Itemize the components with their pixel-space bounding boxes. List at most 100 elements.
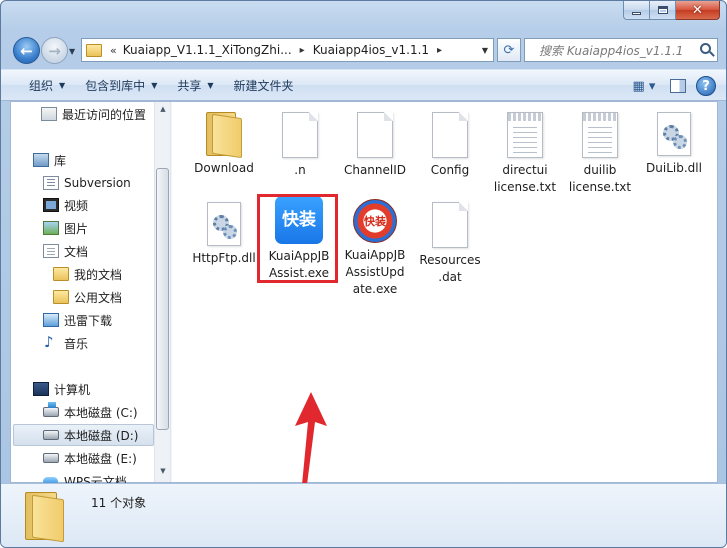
breadcrumb-separator-icon[interactable]: ▸ — [437, 45, 442, 56]
minimize-icon — [632, 11, 641, 15]
navigation-row: ← → ▼ « Kuaiapp_V1.1.1_XiTongZhi... ▸ Ku… — [1, 31, 726, 67]
folder-icon — [23, 492, 67, 543]
pane-splitter[interactable] — [170, 102, 172, 482]
file-item-duilib-license[interactable]: duilib license.txt — [560, 112, 640, 196]
file-item-directui-license[interactable]: directui license.txt — [485, 112, 565, 196]
file-item-kuaiappjbassistupdate[interactable]: 快装 KuaiAppJB AssistUpd ate.exe — [335, 199, 415, 298]
forward-button[interactable]: → — [41, 37, 68, 64]
command-bar: 组织 ▼ 包含到库中 ▼ 共享 ▼ 新建文件夹 ▦ ▾ ? — [1, 69, 726, 101]
title-bar[interactable]: ✕ — [1, 1, 726, 31]
breadcrumb-separator-icon[interactable]: ▸ — [300, 45, 305, 56]
file-item-duilib-dll[interactable]: DuiLib.dll — [634, 112, 714, 177]
address-bar[interactable]: « Kuaiapp_V1.1.1_XiTongZhi... ▸ Kuaiapp4… — [81, 38, 494, 62]
maximize-button[interactable] — [650, 1, 676, 20]
breadcrumb-segment[interactable]: Kuaiapp4ios_v1.1.1 — [313, 43, 429, 57]
file-name-line: license.txt — [568, 180, 632, 194]
change-view-button[interactable]: ▦ ▾ — [628, 74, 660, 98]
address-dropdown-icon[interactable]: ▼ — [477, 39, 493, 61]
file-name-line: .dat — [438, 270, 462, 284]
file-name: .n — [294, 163, 306, 177]
minimize-button[interactable] — [623, 1, 650, 20]
item-count: 11 个对象 — [91, 496, 147, 510]
forward-arrow-icon: → — [48, 41, 61, 60]
scrollbar-thumb[interactable] — [156, 168, 169, 430]
sidebar-item-drive-c[interactable]: 本地磁盘 (C:) — [43, 401, 138, 423]
close-icon: ✕ — [692, 2, 703, 18]
sidebar-item-label: 库 — [54, 153, 67, 168]
sidebar-item-computer[interactable]: 计算机 — [33, 378, 90, 400]
search-icon[interactable] — [700, 43, 711, 54]
organize-label: 组织 — [29, 78, 54, 93]
recent-places-icon — [41, 107, 57, 121]
sidebar-item-label: 本地磁盘 (E:) — [64, 451, 137, 466]
sidebar-item-my-documents[interactable]: 我的文档 — [53, 263, 122, 285]
sidebar-item-music[interactable]: 音乐 — [43, 332, 88, 354]
file-item-channelid[interactable]: ChannelID — [335, 112, 415, 179]
file-name: Download — [194, 161, 254, 175]
dll-gear-icon — [207, 202, 241, 246]
new-folder-button[interactable]: 新建文件夹 — [224, 72, 304, 98]
hard-drive-icon — [43, 430, 59, 440]
sidebar-item-label: 本地磁盘 (D:) — [64, 428, 139, 443]
file-name: Config — [430, 163, 470, 177]
sidebar-item-label: 视频 — [64, 198, 89, 213]
sidebar-item-public-documents[interactable]: 公用文档 — [53, 286, 122, 308]
share-button[interactable]: 共享 ▼ — [167, 72, 223, 98]
sidebar-item-documents[interactable]: 文档 — [43, 240, 88, 262]
system-drive-icon — [43, 402, 59, 417]
help-button[interactable]: ? — [696, 76, 716, 96]
organize-button[interactable]: 组织 ▼ — [19, 72, 75, 98]
sidebar-item-video[interactable]: 视频 — [43, 194, 88, 216]
file-icon — [282, 112, 318, 158]
preview-pane-icon — [670, 79, 686, 93]
scroll-down-icon[interactable]: ▼ — [157, 467, 169, 479]
breadcrumb-overflow[interactable]: « — [110, 44, 117, 57]
file-item-httpftp-dll[interactable]: HttpFtp.dll — [184, 202, 264, 267]
search-placeholder: 搜索 Kuaiapp4ios_v1.1.1 — [539, 43, 684, 58]
sidebar-item-library[interactable]: 库 — [33, 149, 66, 171]
download-icon — [43, 313, 59, 327]
file-name-line: duilib — [583, 163, 617, 177]
window-controls: ✕ — [623, 1, 720, 20]
navigation-scrollbar[interactable]: ▲ ▼ — [154, 102, 170, 482]
content-area: 最近访问的位置 库 Subversion 视频 图片 文档 我的文档 公用文档 — [10, 101, 718, 516]
back-button[interactable]: ← — [13, 37, 40, 64]
sidebar-item-label: 计算机 — [54, 382, 91, 397]
file-item-n[interactable]: .n — [260, 112, 340, 179]
sidebar-item-label: 迅雷下载 — [64, 313, 113, 328]
refresh-button[interactable]: ⟳ — [497, 38, 521, 62]
explorer-window: ✕ ← → ▼ « Kuaiapp_V1.1.1_XiTongZhi... ▸ … — [0, 0, 727, 548]
music-icon — [43, 333, 59, 351]
chevron-down-icon: ▼ — [59, 80, 66, 90]
folder-icon — [86, 43, 102, 57]
folder-icon — [53, 290, 69, 304]
file-item-download[interactable]: Download — [184, 112, 264, 177]
file-name: HttpFtp.dll — [192, 251, 256, 265]
search-input[interactable]: 搜索 Kuaiapp4ios_v1.1.1 — [524, 38, 718, 62]
breadcrumb-segment[interactable]: Kuaiapp_V1.1.1_XiTongZhi... — [123, 43, 292, 57]
file-item-config[interactable]: Config — [410, 112, 490, 179]
sidebar-item-subversion[interactable]: Subversion — [43, 172, 131, 194]
chevron-down-icon: ▼ — [207, 80, 214, 90]
dll-gear-icon — [657, 112, 691, 156]
include-in-library-button[interactable]: 包含到库中 ▼ — [75, 72, 167, 98]
navigation-pane: 最近访问的位置 库 Subversion 视频 图片 文档 我的文档 公用文档 — [11, 102, 171, 489]
preview-pane-button[interactable] — [666, 74, 690, 98]
file-name-line: directui — [502, 163, 548, 177]
sidebar-item-drive-d[interactable]: 本地磁盘 (D:) — [13, 424, 154, 446]
file-item-resources-dat[interactable]: Resources .dat — [410, 202, 490, 286]
close-button[interactable]: ✕ — [676, 1, 720, 20]
sidebar-item-label: 音乐 — [64, 336, 89, 351]
chevron-down-icon: ▼ — [151, 80, 158, 90]
scroll-up-icon[interactable]: ▲ — [157, 105, 169, 117]
history-dropdown-icon[interactable]: ▼ — [69, 47, 75, 56]
sidebar-item-drive-e[interactable]: 本地磁盘 (E:) — [43, 447, 137, 469]
sidebar-item-recent[interactable]: 最近访问的位置 — [41, 103, 146, 125]
hard-drive-icon — [43, 453, 59, 463]
file-name-line: ate.exe — [352, 282, 398, 296]
file-name: DuiLib.dll — [646, 161, 702, 175]
sidebar-item-label: 本地磁盘 (C:) — [64, 405, 138, 420]
sidebar-item-xunlei[interactable]: 迅雷下载 — [43, 309, 112, 331]
sidebar-item-pictures[interactable]: 图片 — [43, 217, 88, 239]
text-file-icon — [507, 112, 543, 158]
